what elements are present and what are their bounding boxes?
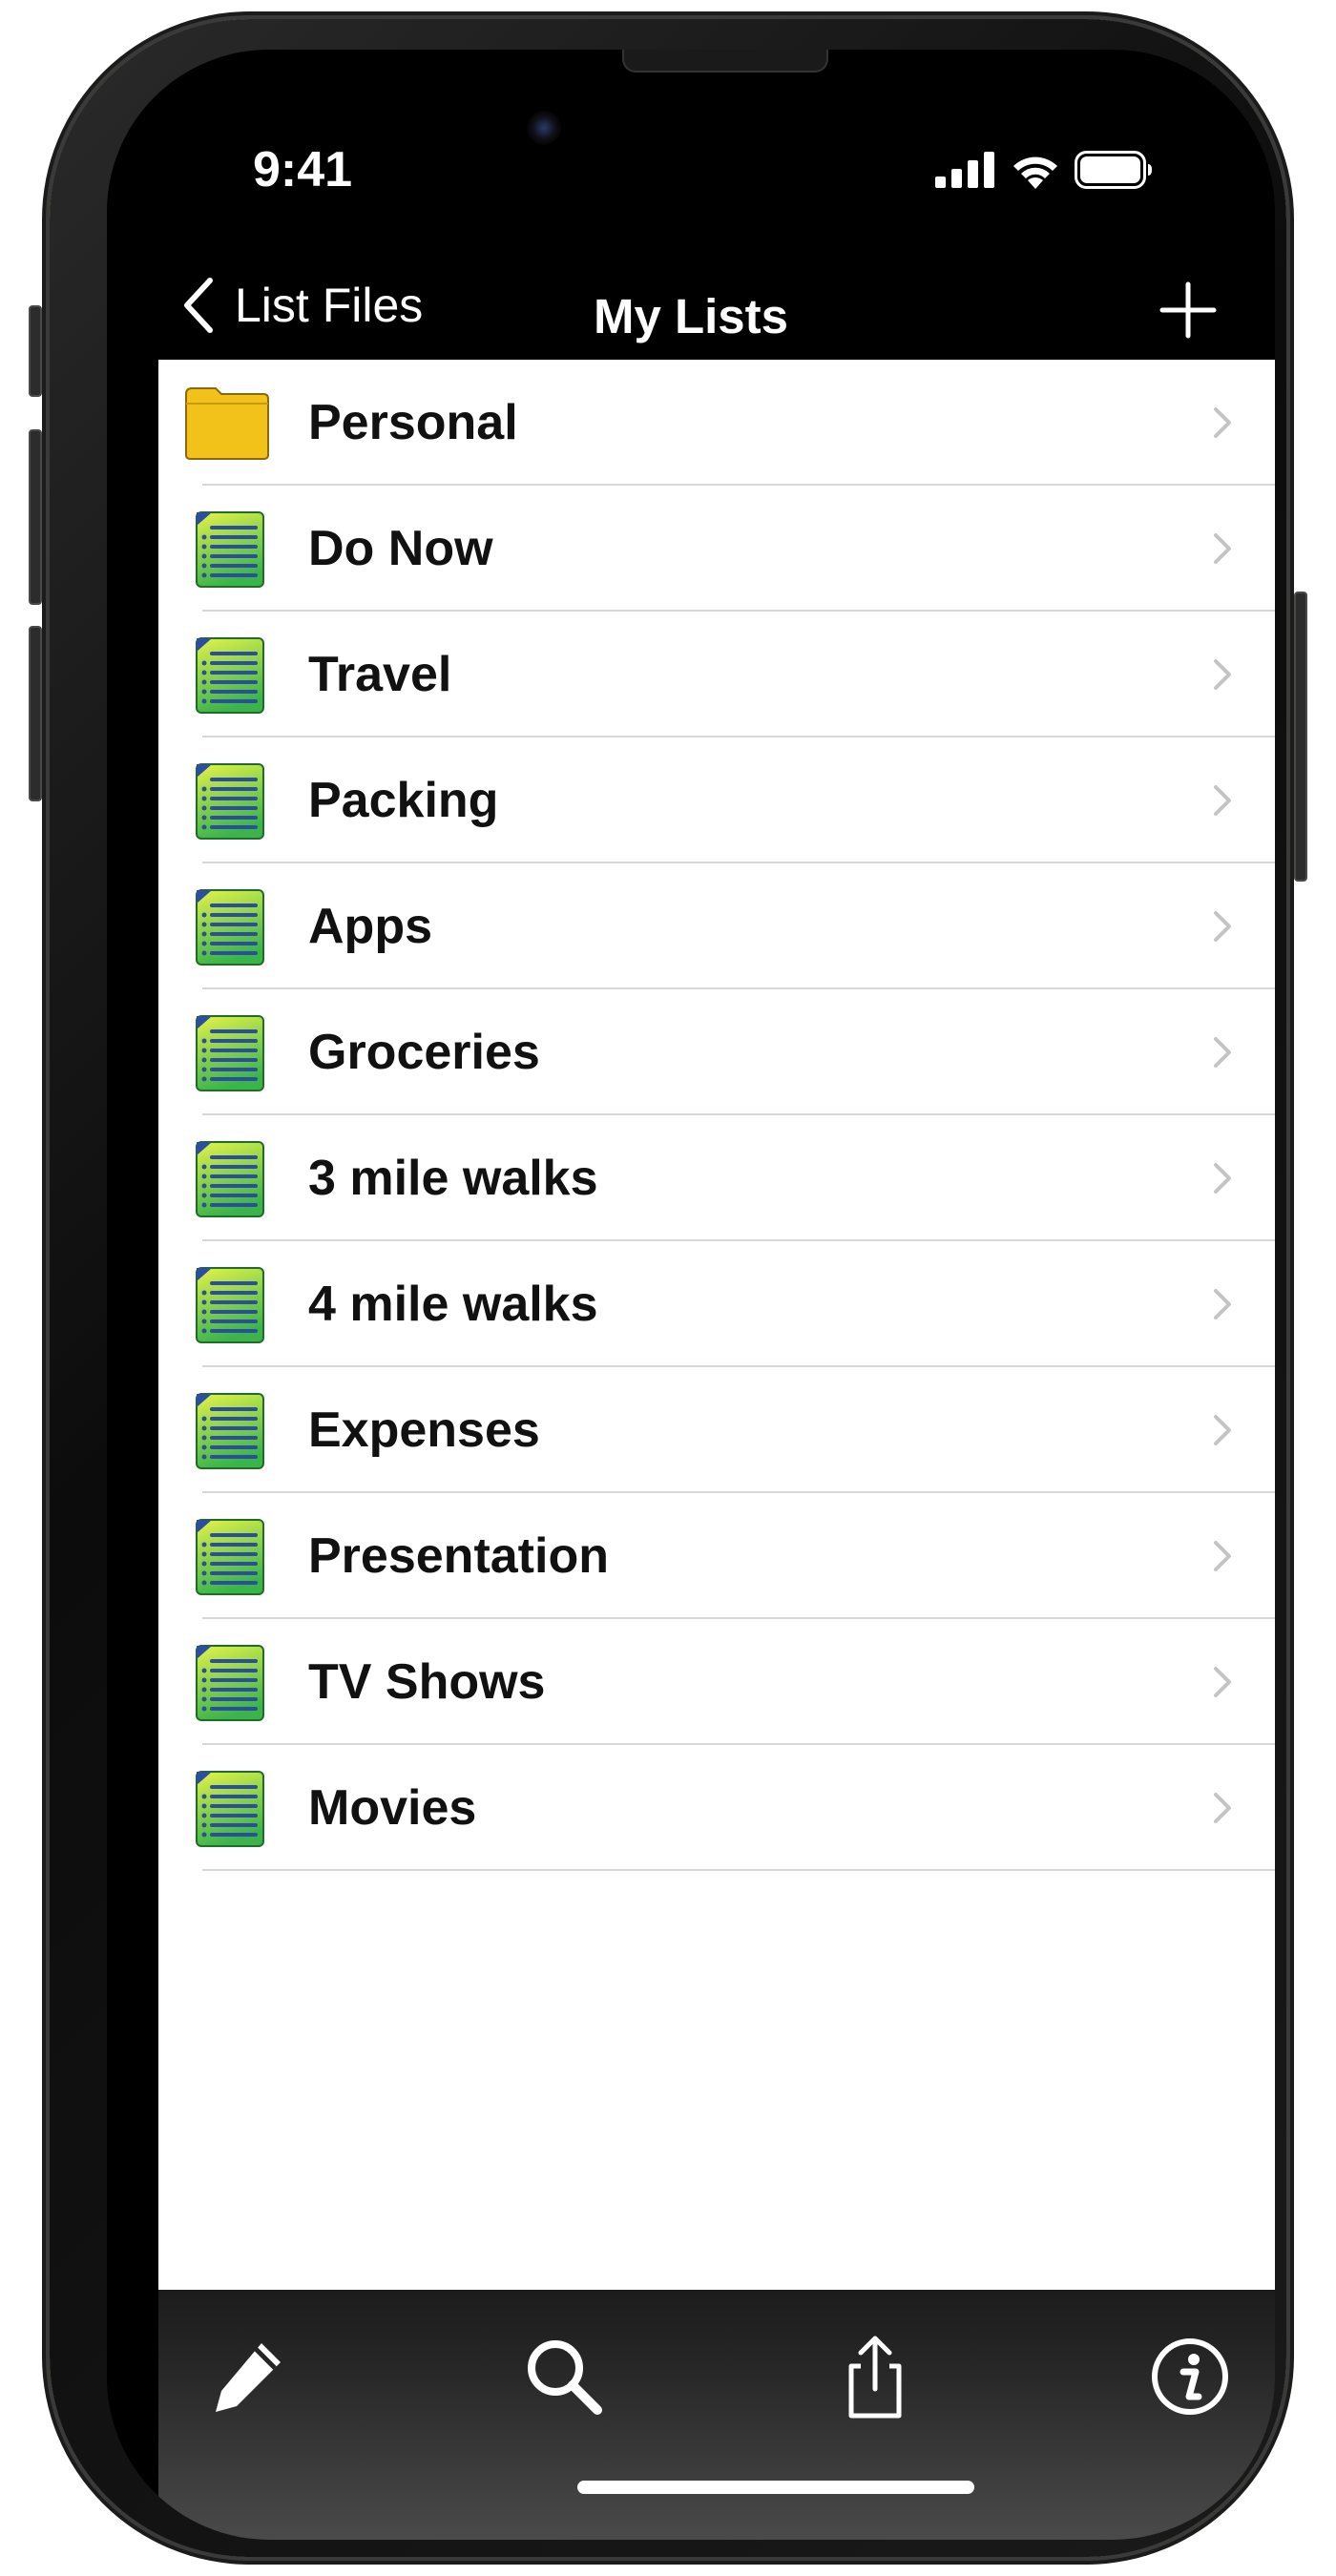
status-time: 9:41 <box>252 142 353 197</box>
chevron-right-icon <box>1212 405 1233 440</box>
list-document-icon <box>183 1266 271 1344</box>
list-row-label: Travel <box>308 647 452 702</box>
volume-up-button <box>29 429 42 605</box>
info-icon <box>1152 2338 1228 2415</box>
list-document-icon <box>183 1644 271 1722</box>
screen: 9:41 List Files My Lists Personal Do Now… <box>107 50 1275 2540</box>
chevron-right-icon <box>1212 783 1233 818</box>
page-title: My Lists <box>593 289 789 343</box>
back-button[interactable]: List Files <box>181 277 423 334</box>
list-row-label: Groceries <box>308 1025 540 1080</box>
list-row-label: Expenses <box>308 1402 540 1458</box>
chevron-left-icon <box>184 278 213 333</box>
chevron-right-icon <box>1212 657 1233 692</box>
share-icon <box>848 2336 902 2419</box>
list-document-icon <box>183 1392 271 1470</box>
list-document-icon <box>183 762 271 841</box>
list-row[interactable]: Packing <box>158 737 1275 863</box>
list-row[interactable]: 4 mile walks <box>158 1241 1275 1367</box>
search-icon <box>528 2340 602 2415</box>
list-document-icon <box>183 636 271 715</box>
list-row-label: Do Now <box>308 521 493 576</box>
action-button <box>29 305 42 397</box>
list-row-label: Presentation <box>308 1528 609 1584</box>
list-row[interactable]: Movies <box>158 1745 1275 1871</box>
chevron-right-icon <box>1212 1539 1233 1573</box>
power-button <box>1294 592 1307 882</box>
list-row[interactable]: Do Now <box>158 486 1275 612</box>
share-button[interactable] <box>832 2334 918 2420</box>
back-button-label: List Files <box>235 279 424 332</box>
battery-icon <box>1075 151 1152 189</box>
add-list-button[interactable] <box>1155 277 1221 343</box>
list-row-label: Apps <box>308 899 432 954</box>
chevron-right-icon <box>1212 1161 1233 1195</box>
chevron-right-icon <box>1212 1287 1233 1321</box>
navigation-bar: List Files My Lists <box>107 260 1275 364</box>
list-document-icon <box>183 510 271 589</box>
list-table: Personal Do Now Travel Packing Apps Groc… <box>158 360 1275 2290</box>
list-row[interactable]: Travel <box>158 612 1275 737</box>
wifi-icon <box>1013 156 1057 189</box>
list-document-icon <box>183 1518 271 1596</box>
list-row[interactable]: Apps <box>158 863 1275 989</box>
list-document-icon <box>183 1014 271 1092</box>
list-row[interactable]: Expenses <box>158 1367 1275 1493</box>
chevron-right-icon <box>1212 1791 1233 1825</box>
phone-frame: 9:41 List Files My Lists Personal Do Now… <box>29 19 1307 2557</box>
list-row-label: Movies <box>308 1780 477 1836</box>
chevron-right-icon <box>1212 1035 1233 1070</box>
list-row[interactable]: Presentation <box>158 1493 1275 1619</box>
volume-down-button <box>29 626 42 801</box>
status-icons <box>935 151 1153 189</box>
front-camera <box>527 111 561 145</box>
search-button[interactable] <box>521 2334 607 2420</box>
chevron-right-icon <box>1212 1665 1233 1699</box>
list-row[interactable]: 3 mile walks <box>158 1115 1275 1241</box>
list-row-label: Packing <box>308 773 499 828</box>
signal-icon <box>935 152 994 188</box>
list-row-label: 3 mile walks <box>308 1151 598 1206</box>
list-row[interactable]: Personal <box>158 360 1275 486</box>
list-row-label: TV Shows <box>308 1654 546 1710</box>
list-row[interactable]: TV Shows <box>158 1619 1275 1745</box>
list-document-icon <box>183 1140 271 1218</box>
chevron-right-icon <box>1212 531 1233 566</box>
list-row[interactable]: Groceries <box>158 989 1275 1115</box>
list-row-label: 4 mile walks <box>308 1277 598 1332</box>
edit-button[interactable] <box>206 2334 292 2420</box>
speaker-grille <box>622 50 828 73</box>
chevron-right-icon <box>1212 909 1233 944</box>
list-row-label: Personal <box>308 395 518 450</box>
bottom-toolbar <box>158 2290 1275 2540</box>
list-document-icon <box>183 1770 271 1848</box>
chevron-right-icon <box>1212 1413 1233 1447</box>
plus-icon <box>1159 281 1217 339</box>
home-indicator[interactable] <box>577 2481 974 2494</box>
info-button[interactable] <box>1147 2334 1233 2420</box>
list-document-icon <box>183 888 271 966</box>
folder-icon <box>183 384 271 463</box>
pencil-icon <box>216 2343 281 2412</box>
